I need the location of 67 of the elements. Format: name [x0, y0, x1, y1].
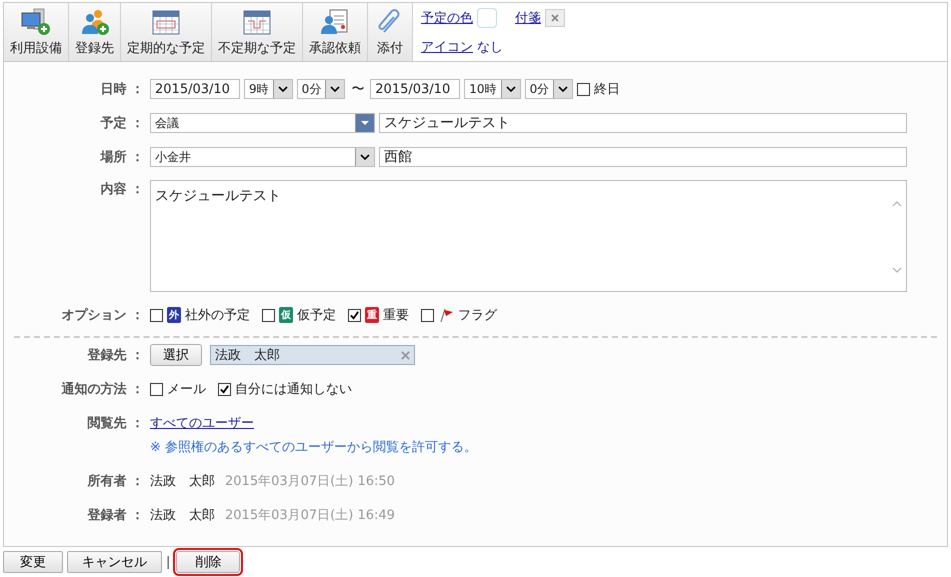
checkbox-label: 自分には通知しない	[235, 381, 352, 398]
timestamp: 2015年03月07日(土) 16:49	[225, 507, 395, 524]
flag-icon	[438, 307, 454, 323]
footer-button[interactable]: 削除	[176, 551, 240, 573]
field-label: 内容 ：	[99, 180, 144, 198]
date-field[interactable]: 2015/03/10	[150, 79, 240, 99]
checkbox[interactable]	[262, 308, 275, 322]
hour-select[interactable]: 10時	[464, 79, 521, 99]
field-label: 閲覧先 ：	[86, 415, 144, 432]
title-field[interactable]: スケジュールテスト	[379, 113, 907, 133]
field-label: 所有者 ：	[86, 473, 144, 490]
option-label: フラグ	[458, 307, 497, 324]
field-label: 通知の方法 ：	[60, 380, 144, 398]
checkbox[interactable]	[348, 308, 361, 322]
option-badge: 重	[365, 307, 379, 323]
checkbox[interactable]	[150, 382, 163, 396]
field-label: 場所 ：	[99, 149, 144, 166]
option-badge: 外	[167, 307, 181, 323]
field-label: 予定 ：	[99, 114, 144, 132]
timestamp: 2015年03月07日(土) 16:50	[225, 473, 395, 490]
category-select[interactable]: 会議	[150, 113, 375, 133]
computer-icon	[20, 8, 52, 36]
creator-name: 法政 太郎	[150, 507, 215, 524]
caret-icon	[558, 86, 568, 92]
user-name: 法政 太郎	[215, 347, 280, 364]
separator: |	[166, 554, 170, 570]
minute-select[interactable]: 0分	[524, 79, 574, 99]
caret-icon	[278, 86, 288, 92]
minute-select[interactable]: 0分	[296, 79, 346, 99]
caret-icon	[360, 154, 370, 160]
calendar-grid-icon	[241, 8, 273, 36]
footer-button[interactable]: 変更	[3, 551, 63, 573]
all-users-link[interactable]: すべてのユーザー	[150, 414, 254, 432]
field-label: 日時 ：	[99, 81, 144, 98]
schedule-color-link[interactable]: 予定の色	[421, 9, 473, 27]
option-badge: 仮	[279, 307, 293, 323]
color-swatch[interactable]	[477, 8, 497, 28]
calendar-icon	[150, 8, 182, 36]
hour-select[interactable]: 9時	[244, 79, 293, 99]
field-label: 登録者 ：	[86, 507, 144, 524]
option-label: 仮予定	[297, 307, 336, 324]
checkbox[interactable]	[150, 308, 163, 322]
range-separator: 〜	[351, 81, 364, 98]
date-field[interactable]: 2015/03/10	[370, 79, 460, 99]
option-label: 重要	[383, 307, 409, 324]
icon-value: なし	[477, 39, 503, 56]
field-label: 登録先 ：	[86, 347, 144, 364]
place-field[interactable]: 西館	[379, 147, 907, 167]
checkbox[interactable]	[421, 308, 434, 322]
owner-name: 法政 太郎	[150, 473, 215, 490]
icon-link[interactable]: アイコン	[421, 38, 473, 56]
field-label: オプション ：	[60, 306, 144, 324]
sticky-note-link[interactable]: 付箋	[515, 9, 541, 27]
checkbox[interactable]	[218, 382, 231, 396]
select-button[interactable]: 選択	[150, 344, 202, 366]
checkbox-label: 終日	[594, 81, 620, 98]
checkbox-label: メール	[167, 381, 206, 398]
caret-icon	[330, 86, 340, 92]
footer-button[interactable]: キャンセル	[67, 551, 162, 573]
location-select[interactable]: 小金井	[150, 147, 375, 167]
caret-icon	[360, 120, 370, 126]
permission-note: ※ 参照権のあるすべてのユーザーから閲覧を許可する。	[150, 439, 478, 456]
close-icon	[550, 13, 560, 23]
option-label: 社外の予定	[185, 307, 250, 324]
clear-button[interactable]	[545, 9, 565, 27]
checkbox[interactable]	[577, 82, 590, 96]
caret-icon	[506, 86, 516, 92]
